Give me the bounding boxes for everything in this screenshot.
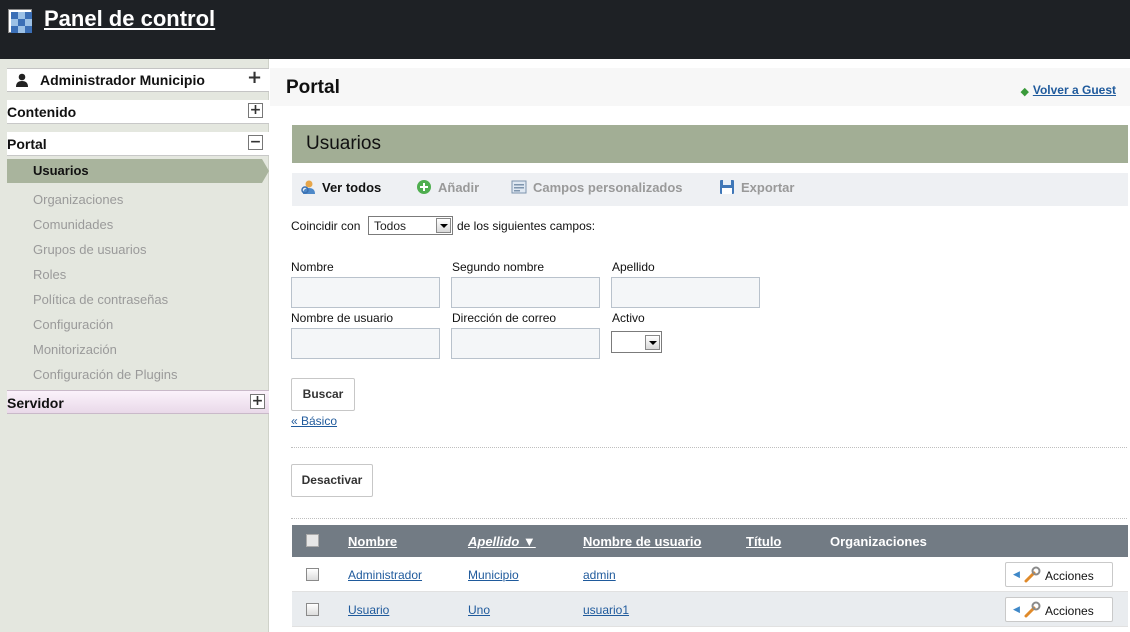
back-to-guest-link[interactable]: Volver a Guest <box>1033 83 1116 97</box>
sidebar-item-label: Usuarios <box>33 163 89 178</box>
basic-search-link[interactable]: « Básico <box>291 414 337 428</box>
chevron-down-icon <box>645 335 660 350</box>
sidebar-section-label: Contenido <box>7 104 77 120</box>
active-label: Activo <box>612 311 645 325</box>
chevron-left-icon: ◀ <box>1013 604 1020 614</box>
custom-fields-icon <box>511 180 527 194</box>
chevron-down-icon <box>436 218 451 233</box>
middle-name-input[interactable] <box>451 277 600 308</box>
first-name-label: Nombre <box>291 260 334 274</box>
table-row: Usuario Uno usuario1 ◀ Acciones <box>292 592 1128 627</box>
control-panel-icon <box>8 9 32 33</box>
sidebar-admin-header[interactable]: Administrador Municipio + <box>7 68 269 92</box>
sidebar-section-label: Portal <box>7 136 47 152</box>
row-screen-name-link[interactable]: admin <box>583 568 616 582</box>
custom-fields-label: Campos personalizados <box>533 180 683 195</box>
sidebar-section-portal[interactable]: Portal − <box>7 132 269 156</box>
top-bar: Panel de control <box>0 0 1130 59</box>
sidebar-item-configuracion[interactable]: Configuración <box>33 317 113 332</box>
column-apellido[interactable]: Apellido ▼ <box>468 534 536 549</box>
match-mode-select[interactable]: Todos <box>368 216 453 235</box>
wrench-icon <box>1024 566 1041 583</box>
middle-name-label: Segundo nombre <box>452 260 545 274</box>
expand-contenido-icon[interactable]: + <box>248 103 263 118</box>
sidebar-item-comunidades[interactable]: Comunidades <box>33 217 113 232</box>
sidebar-item-organizaciones[interactable]: Organizaciones <box>33 192 123 207</box>
column-nombre-usuario[interactable]: Nombre de usuario <box>583 534 701 549</box>
table-header: Nombre Apellido ▼ Nombre de usuario Títu… <box>292 525 1128 557</box>
sidebar: Administrador Municipio + Contenido + Po… <box>0 59 269 632</box>
expand-servidor-icon[interactable]: + <box>250 394 265 409</box>
sidebar-admin-label: Administrador Municipio <box>40 72 205 88</box>
export-label: Exportar <box>741 180 795 195</box>
expand-admin-icon[interactable]: + <box>247 69 262 87</box>
last-name-label: Apellido <box>612 260 655 274</box>
control-panel-title-link[interactable]: Panel de control <box>44 6 215 32</box>
sidebar-section-label: Servidor <box>7 395 64 411</box>
sidebar-item-grupos-usuarios[interactable]: Grupos de usuarios <box>33 242 146 257</box>
row-actions-label: Acciones <box>1045 604 1094 618</box>
column-titulo[interactable]: Título <box>746 534 781 549</box>
email-label: Dirección de correo <box>452 311 557 325</box>
save-disk-icon <box>720 180 734 194</box>
view-all-button[interactable]: Ver todos <box>300 179 381 201</box>
row-first-name-link[interactable]: Administrador <box>348 568 422 582</box>
chevron-left-icon: ◀ <box>1013 569 1020 579</box>
deactivate-button[interactable]: Desactivar <box>291 464 373 497</box>
column-organizaciones: Organizaciones <box>830 534 927 549</box>
row-actions-label: Acciones <box>1045 569 1094 583</box>
table-row: Administrador Municipio admin ◀ Acciones <box>292 557 1128 592</box>
row-checkbox[interactable] <box>306 568 319 581</box>
screen-name-label: Nombre de usuario <box>291 311 394 325</box>
row-actions-button[interactable]: ◀ Acciones <box>1005 597 1113 622</box>
last-name-input[interactable] <box>611 277 760 308</box>
main-content: Portal ◆ Volver a Guest Usuarios Ver tod… <box>270 59 1130 632</box>
select-all-checkbox[interactable] <box>306 534 319 547</box>
view-users-icon <box>301 180 315 194</box>
column-nombre[interactable]: Nombre <box>348 534 397 549</box>
section-title: Usuarios <box>306 133 381 154</box>
page-title: Portal <box>286 77 340 98</box>
custom-fields-button[interactable]: Campos personalizados <box>511 179 683 201</box>
row-screen-name-link[interactable]: usuario1 <box>583 603 629 617</box>
wrench-icon <box>1024 601 1041 618</box>
row-first-name-link[interactable]: Usuario <box>348 603 389 617</box>
match-mode-value: Todos <box>374 219 407 233</box>
back-arrow-icon: ◆ <box>1020 86 1029 98</box>
sidebar-item-politica-contrasenas[interactable]: Política de contraseñas <box>33 292 168 307</box>
sidebar-item-roles[interactable]: Roles <box>33 267 66 282</box>
row-last-name-link[interactable]: Municipio <box>468 568 519 582</box>
add-button[interactable]: Añadir <box>416 179 479 201</box>
user-icon <box>16 73 28 87</box>
row-last-name-link[interactable]: Uno <box>468 603 490 617</box>
active-select[interactable] <box>611 331 662 353</box>
collapse-portal-icon[interactable]: − <box>248 135 263 150</box>
view-all-label: Ver todos <box>322 180 382 195</box>
match-prefix-text: Coincidir con <box>291 219 361 233</box>
page-header: Portal ◆ Volver a Guest <box>270 68 1130 106</box>
add-label: Añadir <box>438 180 480 195</box>
sidebar-item-configuracion-plugins[interactable]: Configuración de Plugins <box>33 367 178 382</box>
add-icon <box>417 180 431 194</box>
sidebar-item-usuarios[interactable]: Usuarios <box>7 159 269 183</box>
toolbar: Ver todos Añadir Campos personalizados E… <box>292 173 1128 206</box>
export-button[interactable]: Exportar <box>719 179 794 201</box>
search-button[interactable]: Buscar <box>291 378 355 411</box>
divider <box>291 447 1127 448</box>
divider <box>291 518 1127 519</box>
row-actions-button[interactable]: ◀ Acciones <box>1005 562 1113 587</box>
sidebar-section-servidor[interactable]: Servidor + <box>7 390 269 414</box>
sidebar-item-monitorizacion[interactable]: Monitorización <box>33 342 117 357</box>
first-name-input[interactable] <box>291 277 440 308</box>
match-suffix-text: de los siguientes campos: <box>457 219 596 233</box>
row-checkbox[interactable] <box>306 603 319 616</box>
email-input[interactable] <box>451 328 600 359</box>
screen-name-input[interactable] <box>291 328 440 359</box>
sidebar-section-contenido[interactable]: Contenido + <box>7 100 269 124</box>
section-header: Usuarios <box>292 125 1128 163</box>
